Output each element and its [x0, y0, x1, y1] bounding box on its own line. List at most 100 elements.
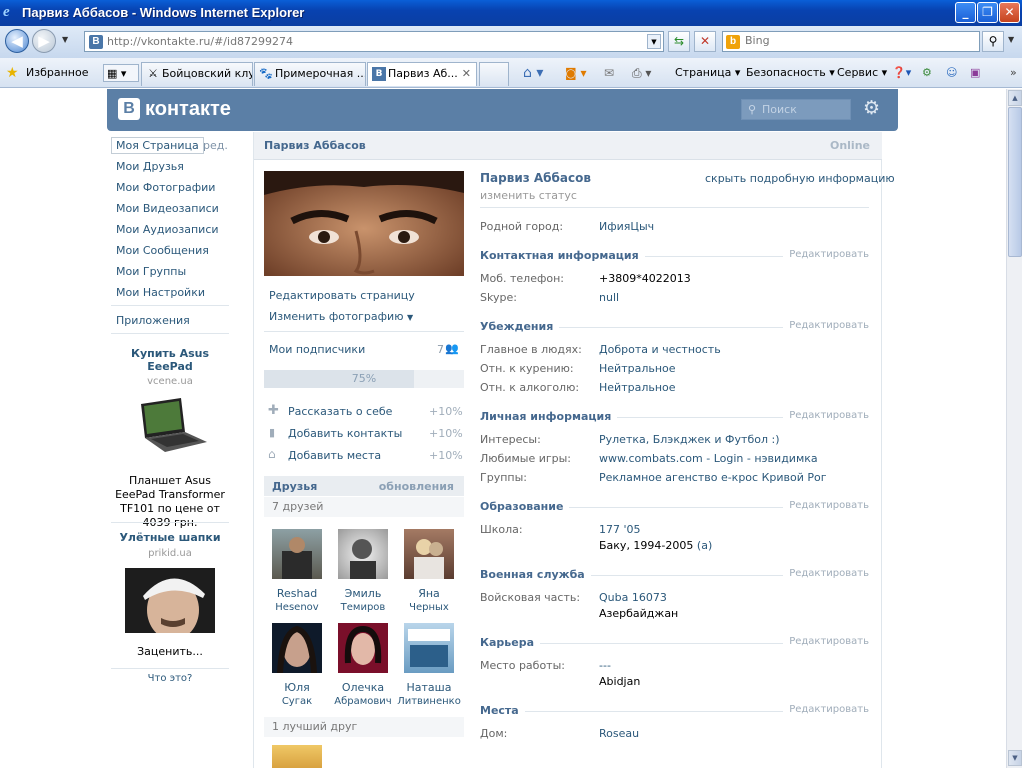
- forward-button[interactable]: ▶: [32, 29, 56, 53]
- work-value[interactable]: ---: [599, 659, 611, 672]
- address-field[interactable]: B http://vkontakte.ru/#/id87299274 ▼: [84, 31, 664, 52]
- friend-first-name[interactable]: Эмиль: [330, 587, 396, 600]
- groups-value[interactable]: Рекламное агенство е-крос Кривой Рог: [599, 471, 827, 484]
- interests-value[interactable]: Рулетка, Блэкджек и Футбол :): [599, 433, 779, 446]
- refresh-button[interactable]: ⇆: [668, 31, 690, 52]
- url-text[interactable]: http://vkontakte.ru/#/id87299274: [107, 35, 293, 48]
- friend-last-name[interactable]: Hesenov: [264, 602, 330, 613]
- window-title-bar[interactable]: e Парвиз Аббасов - Windows Internet Expl…: [0, 0, 1022, 26]
- menu-my-page[interactable]: Моя Страница: [111, 137, 204, 154]
- edit-places-link[interactable]: Редактировать: [783, 704, 869, 715]
- messenger-icon[interactable]: ☺: [946, 64, 957, 82]
- page-scrollbar[interactable]: ▲ ▼: [1006, 89, 1022, 768]
- favorites-star-icon[interactable]: ★: [6, 64, 19, 82]
- menu-my-messages[interactable]: Мои Сообщения: [116, 244, 209, 257]
- friend-photo[interactable]: [272, 623, 322, 674]
- subscribers-link[interactable]: Мои подписчики: [269, 343, 365, 356]
- quick-tabs-button[interactable]: ▦ ▾: [103, 64, 139, 82]
- friend-last-name[interactable]: Сугак: [264, 696, 330, 707]
- ad-hat-image[interactable]: [125, 568, 215, 633]
- people-main-value[interactable]: Доброта и честность: [599, 343, 721, 356]
- add-places-link[interactable]: Добавить места: [288, 449, 381, 462]
- alcohol-value[interactable]: Нейтральное: [599, 381, 676, 394]
- friends-header[interactable]: Друзья обновления: [264, 476, 464, 496]
- vk-search-input[interactable]: ⚲ Поиск: [741, 99, 851, 120]
- stop-button[interactable]: ✕: [694, 31, 716, 52]
- smoking-value[interactable]: Нейтральное: [599, 362, 676, 375]
- favorites-label[interactable]: Избранное: [26, 64, 88, 82]
- school-class-link[interactable]: (а): [697, 539, 712, 552]
- friend-card[interactable]: Эмиль Темиров: [330, 529, 396, 613]
- search-button[interactable]: ⚲: [982, 31, 1004, 52]
- menu-my-audio[interactable]: Мои Аудиозаписи: [116, 223, 219, 236]
- tab-fitting-room[interactable]: 🐾 Примерочная ...: [254, 62, 366, 86]
- edit-education-link[interactable]: Редактировать: [783, 500, 869, 511]
- friend-photo[interactable]: [338, 529, 388, 579]
- profile-photo[interactable]: [264, 171, 464, 276]
- search-box[interactable]: b: [722, 31, 980, 52]
- home-icon[interactable]: ⌂ ▾: [523, 64, 543, 82]
- scroll-down-icon[interactable]: ▼: [1008, 750, 1022, 766]
- restore-button[interactable]: ❐: [977, 2, 998, 23]
- menu-my-groups[interactable]: Мои Группы: [116, 265, 186, 278]
- edit-military-link[interactable]: Редактировать: [783, 568, 869, 579]
- friend-first-name[interactable]: Яна: [396, 587, 462, 600]
- friend-last-name[interactable]: Темиров: [330, 602, 396, 613]
- friend-first-name[interactable]: Олечка: [330, 681, 396, 694]
- friend-photo[interactable]: [272, 529, 322, 579]
- friend-first-name[interactable]: Юля: [264, 681, 330, 694]
- ad-text[interactable]: Заценить...: [111, 645, 229, 659]
- friend-card[interactable]: Олечка Абрамович: [330, 623, 396, 707]
- close-window-button[interactable]: ✕: [999, 2, 1020, 23]
- menu-my-photos[interactable]: Мои Фотографии: [116, 181, 215, 194]
- friend-photo[interactable]: [404, 529, 454, 579]
- ad-tablet-image[interactable]: [137, 396, 209, 456]
- help-icon[interactable]: ❓▾: [892, 64, 911, 82]
- tools-menu[interactable]: Сервис ▾: [837, 64, 887, 82]
- page-menu[interactable]: Страница ▾: [675, 64, 740, 82]
- about-me-link[interactable]: Рассказать о себе: [288, 405, 392, 418]
- edit-personal-link[interactable]: Редактировать: [783, 410, 869, 421]
- search-input[interactable]: [745, 34, 975, 47]
- gear-icon[interactable]: ⚙: [863, 98, 883, 118]
- rss-feed-icon[interactable]: ◙ ▾: [565, 64, 586, 82]
- games-value[interactable]: www.combats.com - Login - нэвидимка: [599, 452, 818, 465]
- menu-my-settings[interactable]: Мои Настройки: [116, 286, 205, 299]
- security-menu[interactable]: Безопасность ▾: [746, 64, 835, 82]
- edit-career-link[interactable]: Редактировать: [783, 636, 869, 647]
- friend-card[interactable]: Reshad Hesenov: [264, 529, 330, 613]
- addon-icon[interactable]: ▣: [970, 64, 980, 82]
- edit-contacts-link[interactable]: Редактировать: [783, 249, 869, 260]
- read-mail-icon[interactable]: ✉: [604, 64, 614, 82]
- best-friend-photo[interactable]: [272, 745, 322, 768]
- friend-card[interactable]: Юля Сугак: [264, 623, 330, 707]
- edit-beliefs-link[interactable]: Редактировать: [783, 320, 869, 331]
- ad-title[interactable]: Купить Asus EeePad: [111, 347, 229, 373]
- menu-applications[interactable]: Приложения: [116, 314, 190, 327]
- research-icon[interactable]: ⚙: [922, 64, 932, 82]
- address-dropdown-icon[interactable]: ▼: [647, 34, 661, 49]
- menu-my-videos[interactable]: Мои Видеозаписи: [116, 202, 219, 215]
- menu-my-friends[interactable]: Мои Друзья: [116, 160, 184, 173]
- menu-edit-link[interactable]: ред.: [203, 139, 228, 152]
- hide-info-link[interactable]: скрыть подробную информацию: [705, 172, 895, 185]
- print-icon[interactable]: ⎙ ▾: [632, 64, 651, 82]
- back-button[interactable]: ◀: [5, 29, 29, 53]
- scroll-up-icon[interactable]: ▲: [1008, 90, 1022, 106]
- skype-value[interactable]: null: [599, 291, 619, 304]
- home-value[interactable]: Roseau: [599, 727, 639, 740]
- change-status-link[interactable]: изменить статус: [480, 189, 577, 202]
- close-tab-icon[interactable]: ✕: [462, 63, 471, 85]
- unit-value[interactable]: Quba 16073: [599, 591, 667, 604]
- tab-fight-club[interactable]: ⚔ Бойцовский клуб: [141, 62, 253, 86]
- friend-photo[interactable]: [404, 623, 454, 673]
- school-value[interactable]: 177 '05: [599, 523, 641, 536]
- change-photo-link[interactable]: Изменить фотографию ▼: [269, 310, 413, 323]
- minimize-button[interactable]: _: [955, 2, 976, 23]
- history-dropdown-icon[interactable]: ▼: [62, 35, 68, 44]
- tab-vk-profile[interactable]: B Парвиз Аб... ✕: [367, 62, 477, 86]
- vk-logo[interactable]: Вконтакте: [118, 97, 231, 123]
- search-options-icon[interactable]: ▼: [1008, 35, 1014, 44]
- friend-last-name[interactable]: Литвиненко: [396, 696, 462, 707]
- scroll-thumb[interactable]: [1008, 107, 1022, 257]
